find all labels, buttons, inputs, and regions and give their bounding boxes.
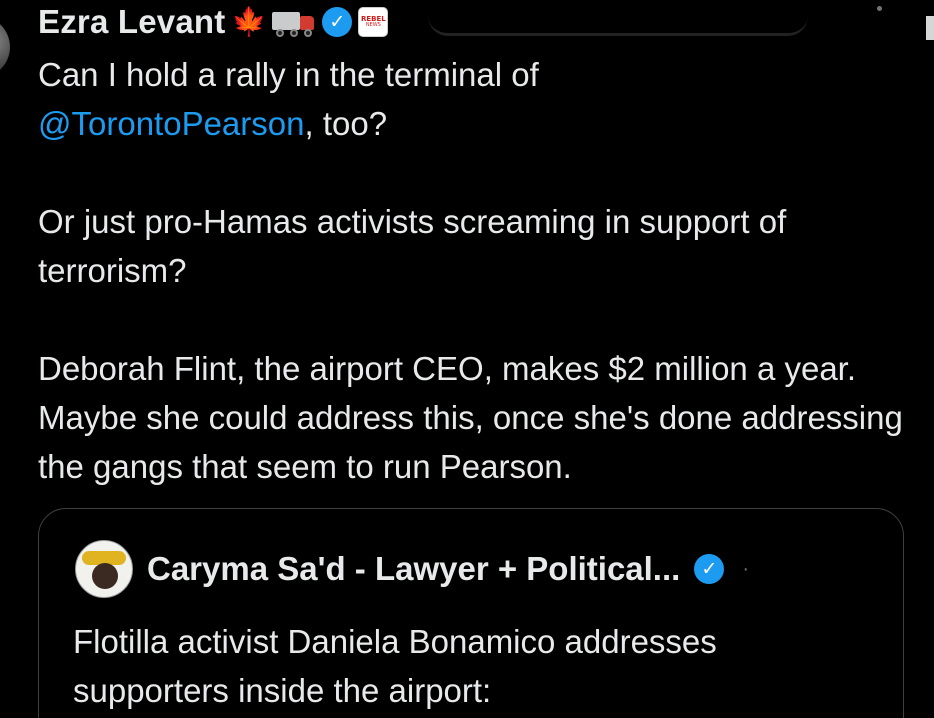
tweet-text-line1-tail: , too? [304,105,388,142]
separator-dot-icon: · [742,557,749,580]
quoted-verified-icon: ✓ [694,554,725,584]
redacted-handle [428,6,808,36]
tweet-paragraph-1: Can I hold a rally in the terminal of @T… [38,50,918,148]
author-avatar[interactable] [0,16,10,78]
mention-link[interactable]: @TorontoPearson [38,105,304,142]
quoted-author-name[interactable]: Caryma Sa'd - Lawyer + Political... [147,550,680,588]
more-options-icon[interactable] [877,6,882,11]
quoted-tweet-header: Caryma Sa'd - Lawyer + Political... ✓ · [75,539,749,599]
truck-icon [272,6,316,38]
quoted-author-avatar[interactable] [75,540,133,598]
tweet-header: Ezra Levant 🍁 ✓ REBEL NEWS [38,0,389,44]
rebel-news-badge[interactable]: REBEL NEWS [358,7,389,37]
tweet-paragraph-2: Or just pro-Hamas activists screaming in… [38,203,787,289]
tweet-text-line1: Can I hold a rally in the terminal of [38,56,539,93]
author-name[interactable]: Ezra Levant [38,3,225,41]
scrollbar[interactable] [926,16,934,40]
badge-text-bottom: NEWS [365,22,381,28]
maple-leaf-icon: 🍁 [231,6,267,37]
quoted-tweet-text: Flotilla activist Daniela Bonamico addre… [73,623,717,709]
tweet-body: Can I hold a rally in the terminal of @T… [38,50,918,491]
tweet-paragraph-3: Deborah Flint, the airport CEO, makes $2… [38,350,903,485]
tweet-view: Ezra Levant 🍁 ✓ REBEL NEWS Can I hold a … [0,0,934,718]
verified-icon[interactable]: ✓ [322,7,353,37]
quoted-tweet-card[interactable]: Caryma Sa'd - Lawyer + Political... ✓ · … [38,508,904,718]
